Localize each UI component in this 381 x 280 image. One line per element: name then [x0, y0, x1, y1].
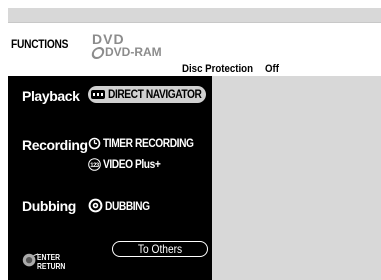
- clock-icon: [88, 137, 101, 149]
- return-label: RETURN: [37, 262, 66, 271]
- dvd-ram-logo-text: DVD-RAM: [105, 45, 162, 59]
- to-others-button[interactable]: To Others: [112, 241, 208, 257]
- header-bar: FUNCTIONS DVD DVD-RAM Disc Protection Of…: [8, 22, 381, 78]
- menu-item-direct-navigator[interactable]: DIRECT NAVIGATOR: [88, 86, 206, 103]
- functions-screen: FUNCTIONS DVD DVD-RAM Disc Protection Of…: [8, 8, 381, 280]
- category-playback: Playback: [22, 88, 80, 104]
- dvd-ram-logo: DVD DVD-RAM: [90, 32, 162, 59]
- disc-protection-value: Off: [265, 63, 279, 75]
- menu-item-dubbing[interactable]: DUBBING: [88, 198, 158, 213]
- content-area: [212, 76, 381, 280]
- to-others-label: To Others: [137, 242, 183, 256]
- disc-icon: [88, 198, 103, 213]
- category-recording: Recording: [22, 137, 88, 153]
- function-menu-sidebar: Playback DIRECT NAVIGATOR Recording TIME…: [8, 76, 212, 280]
- enter-label: ENTER: [37, 253, 61, 262]
- category-dubbing: Dubbing: [22, 198, 76, 214]
- direct-navigator-icon: [91, 90, 105, 99]
- menu-item-label: TIMER RECORDING: [103, 136, 194, 150]
- menu-item-label: DUBBING: [105, 198, 150, 213]
- menu-item-label: DIRECT NAVIGATOR: [108, 87, 202, 101]
- enter-return-hint: ENTER RETURN: [21, 248, 81, 278]
- disc-protection-label: Disc Protection: [182, 63, 254, 75]
- video-plus-icon: 123: [88, 157, 101, 171]
- menu-item-timer-recording[interactable]: TIMER RECORDING: [88, 136, 210, 150]
- dvd-disc-icon: [90, 46, 106, 59]
- top-band: [8, 8, 381, 22]
- svg-text:123: 123: [90, 163, 100, 169]
- page-title: FUNCTIONS: [11, 37, 69, 51]
- menu-item-label: VIDEO Plus+: [103, 157, 161, 171]
- menu-item-video-plus[interactable]: 123 VIDEO Plus+: [88, 157, 171, 171]
